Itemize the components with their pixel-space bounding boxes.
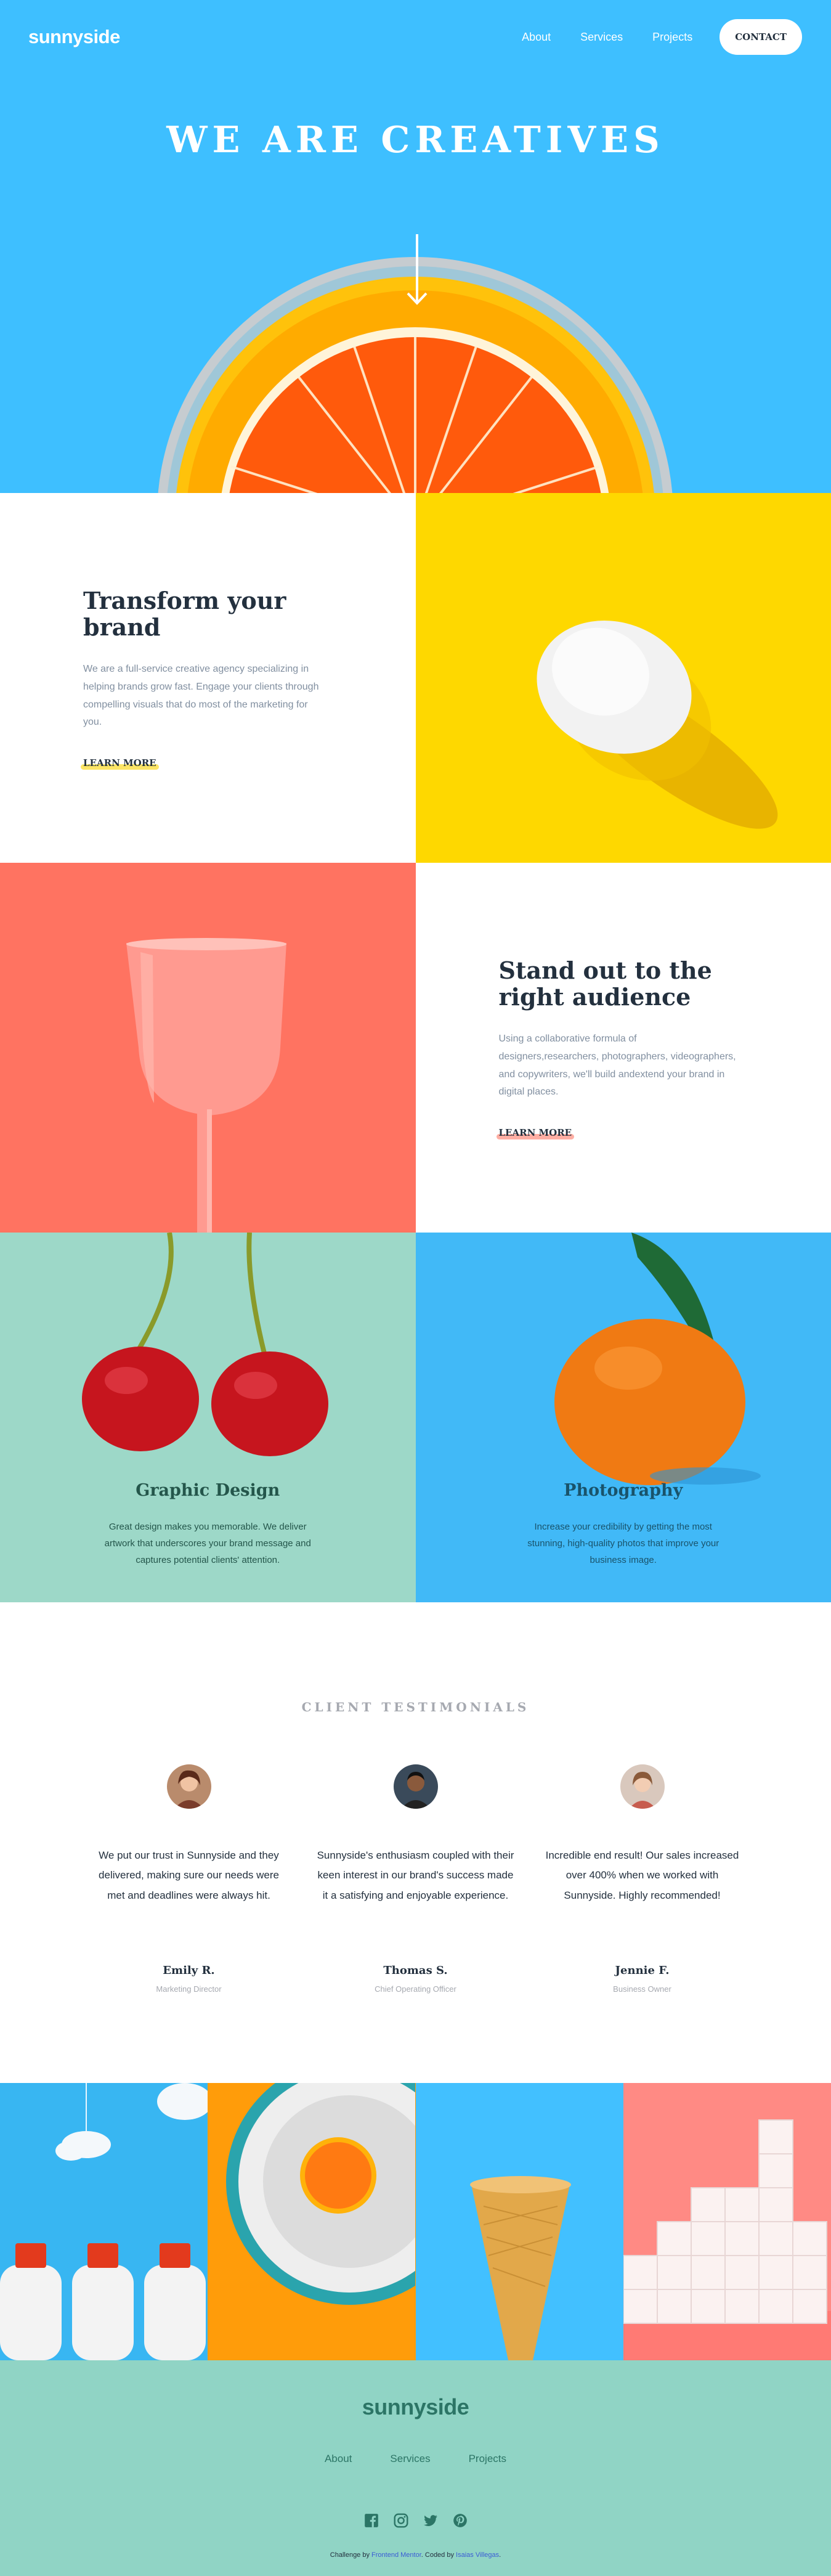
attribution: Challenge by Frontend Mentor. Coded by I… [0,2551,831,2559]
learn-more-label: LEARN MORE [499,1127,572,1138]
social-links [0,2513,831,2529]
photography-desc: Increase your credibility by getting the… [517,1518,729,1568]
standout-section: Stand out to the right audience Using a … [0,863,831,1233]
services-section: Graphic Design Great design makes you me… [0,1233,831,1602]
instagram-icon[interactable] [393,2513,409,2529]
testimonial-quote: We put our trust in Sunnyside and they d… [91,1846,288,1960]
gallery-ice-cream-cone-image [416,2083,623,2360]
standout-text: Using a collaborative formula of designe… [499,1030,739,1101]
gallery-orange-plate-image [208,2083,415,2360]
transform-learn-more-link[interactable]: LEARN MORE [83,757,156,768]
attribution-prefix: Challenge by [330,2551,370,2559]
nav-link-about[interactable]: About [522,31,551,44]
facebook-icon[interactable] [363,2513,379,2529]
hero: sunnyside About Services Projects CONTAC… [0,0,831,493]
gallery-sugar-cubes-image [623,2083,831,2360]
testimonial-role: Marketing Director [91,1984,288,1994]
transform-text: We are a full-service creative agency sp… [83,661,323,732]
attribution-middle: . Coded by [421,2551,454,2559]
navbar: sunnyside About Services Projects CONTAC… [28,18,802,55]
testimonial-role: Business Owner [544,1984,741,1994]
photography-title: Photography [416,1481,831,1500]
footer-link-about[interactable]: About [325,2453,352,2465]
standout-text-panel: Stand out to the right audience Using a … [416,863,831,1233]
egg-illustration [416,493,831,863]
testimonial-quote: Sunnyside's enthusiasm coupled with thei… [317,1846,514,1960]
transform-text-panel: Transform your brand We are a full-servi… [0,493,416,863]
graphic-design-card: Graphic Design Great design makes you me… [0,1233,416,1602]
hero-title: WE ARE CREATIVES [0,118,831,161]
testimonial-quote: Incredible end result! Our sales increas… [544,1846,741,1960]
egg-image [416,493,831,863]
transform-section: Transform your brand We are a full-servi… [0,493,831,863]
nav-links: About Services Projects CONTACT [492,19,802,55]
gallery [0,2083,831,2360]
photography-card: Photography Increase your credibility by… [416,1233,831,1602]
gallery-milk-bottles-image [0,2083,208,2360]
logo[interactable]: sunnyside [28,26,120,48]
photography-text: Photography Increase your credibility by… [416,1481,831,1568]
glass-illustration [0,863,416,1233]
avatar [620,1764,665,1809]
avatar [167,1764,211,1809]
transform-title: Transform your brand [83,587,323,641]
graphic-design-text: Graphic Design Great design makes you me… [0,1481,416,1568]
testimonial-role: Chief Operating Officer [317,1984,514,1994]
pinterest-icon[interactable] [452,2513,468,2529]
footer-link-projects[interactable]: Projects [469,2453,506,2465]
nav-link-projects[interactable]: Projects [652,31,692,44]
testimonials-section: CLIENT TESTIMONIALS We put our trust in … [0,1602,831,2083]
contact-button[interactable]: CONTACT [720,19,802,55]
graphic-design-desc: Great design makes you memorable. We del… [102,1518,314,1568]
graphic-design-title: Graphic Design [0,1481,416,1500]
testimonial-name: Emily R. [91,1964,288,1977]
glass-image [0,863,416,1233]
footer-link-services[interactable]: Services [390,2453,430,2465]
nav-link-services[interactable]: Services [580,31,623,44]
avatar [394,1764,438,1809]
footer: sunnyside About Services Projects Challe… [0,2360,831,2576]
standout-learn-more-link[interactable]: LEARN MORE [499,1127,572,1138]
testimonials-title: CLIENT TESTIMONIALS [0,1700,831,1714]
footer-logo[interactable]: sunnyside [0,2394,831,2420]
attribution-suffix: . [499,2551,501,2559]
learn-more-label: LEARN MORE [83,757,156,768]
testimonial-name: Thomas S. [317,1964,514,1977]
author-link[interactable]: Isaias Villegas [456,2551,499,2559]
testimonial-name: Jennie F. [544,1964,741,1977]
testimonial-card: Sunnyside's enthusiasm coupled with thei… [317,1764,514,1994]
footer-links: About Services Projects [0,2453,831,2465]
arrow-down-icon[interactable] [406,234,428,307]
frontend-mentor-link[interactable]: Frontend Mentor [371,2551,421,2559]
testimonials-grid: We put our trust in Sunnyside and they d… [0,1764,831,1994]
standout-title: Stand out to the right audience [499,957,739,1011]
testimonial-card: We put our trust in Sunnyside and they d… [91,1764,288,1994]
twitter-icon[interactable] [423,2513,439,2529]
testimonial-card: Incredible end result! Our sales increas… [544,1764,741,1994]
